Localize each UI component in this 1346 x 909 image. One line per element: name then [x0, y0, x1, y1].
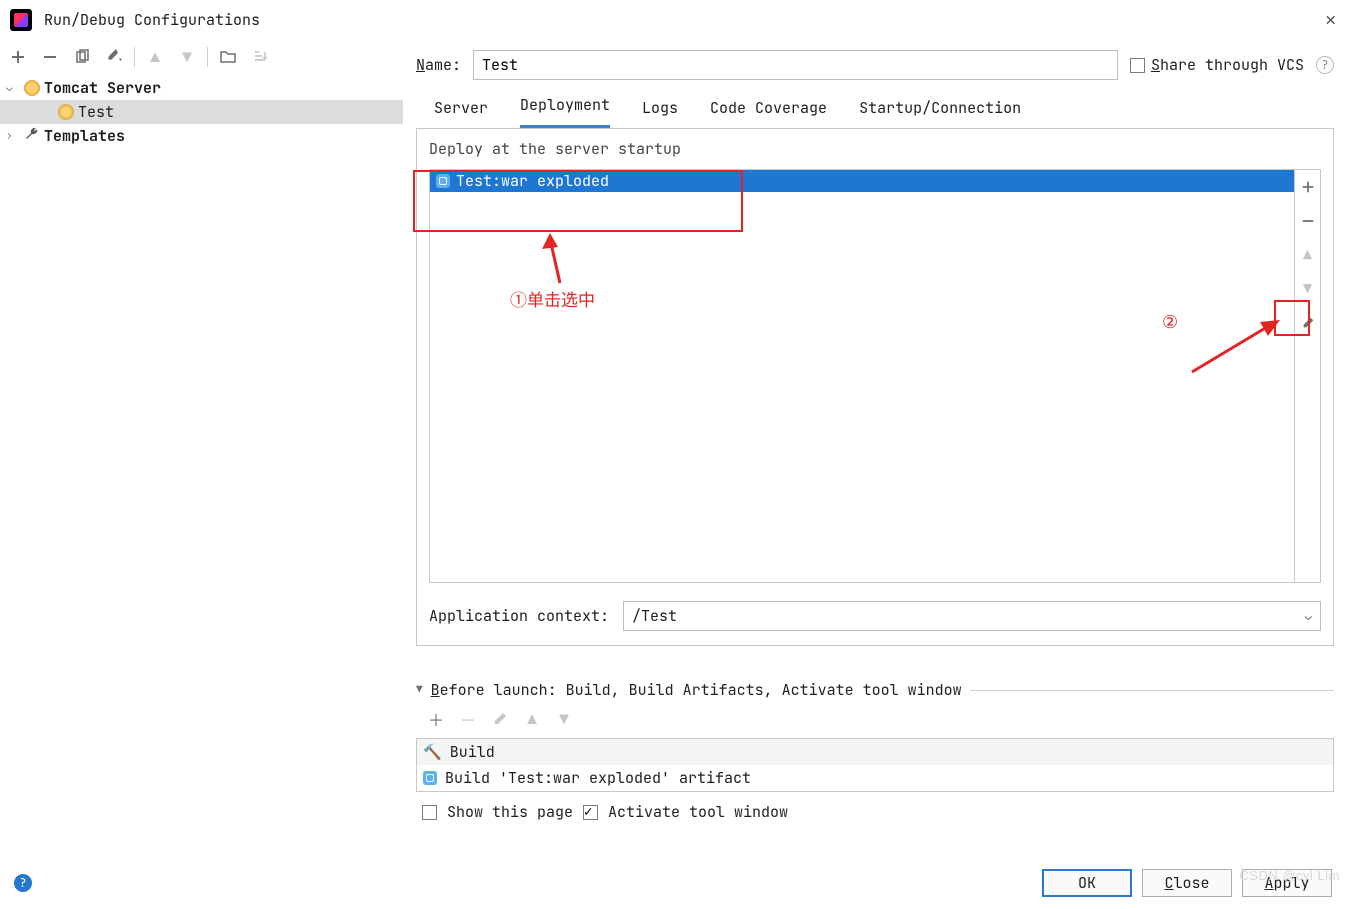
- tab-startup-connection[interactable]: Startup/Connection: [859, 98, 1021, 128]
- move-down-button[interactable]: ▼: [173, 44, 201, 70]
- name-input[interactable]: [473, 50, 1118, 80]
- activate-window-checkbox[interactable]: [583, 805, 598, 820]
- close-icon[interactable]: ✕: [1325, 9, 1336, 32]
- help-button[interactable]: ?: [14, 874, 32, 892]
- tree-label: Test: [78, 102, 114, 122]
- dialog-footer: ? OK Close Apply: [0, 858, 1346, 908]
- before-launch-toolbar: ＋ － ▲ ▼: [416, 700, 1334, 738]
- help-icon[interactable]: ?: [1316, 56, 1334, 74]
- task-label: Build: [450, 742, 495, 762]
- config-toolbar: ▾ ▲ ▼: [0, 40, 403, 74]
- move-up-button[interactable]: ▲: [141, 44, 169, 70]
- sidebar: ▾ ▲ ▼ ⌄ Tomcat Server Test › Templates: [0, 40, 404, 858]
- application-context-row: Application context: /Test ⌄: [429, 601, 1321, 631]
- before-launch-title: Before launch: Build, Build Artifacts, A…: [431, 680, 962, 700]
- deploy-section-title: Deploy at the server startup: [429, 139, 1321, 159]
- edit-task-button[interactable]: [486, 706, 514, 732]
- before-launch-section: ▼ Before launch: Build, Build Artifacts,…: [416, 680, 1334, 822]
- chevron-down-icon: ⌄: [1305, 608, 1312, 624]
- tab-logs[interactable]: Logs: [642, 98, 678, 128]
- divider: [970, 690, 1334, 691]
- share-vcs-checkbox[interactable]: Share through VCS: [1130, 55, 1304, 75]
- watermark: CSDN @cyl Lim: [1239, 868, 1340, 883]
- hammer-icon: 🔨: [423, 742, 442, 762]
- before-launch-list[interactable]: 🔨 Build Build 'Test:war exploded' artifa…: [416, 738, 1334, 792]
- move-up-artifact-button[interactable]: ▲: [1295, 238, 1320, 272]
- tree-node-templates[interactable]: › Templates: [0, 124, 403, 148]
- close-button[interactable]: Close: [1142, 869, 1232, 897]
- share-label: Share through VCS: [1151, 55, 1304, 75]
- dialog-body: ▾ ▲ ▼ ⌄ Tomcat Server Test › Templates: [0, 40, 1346, 858]
- toolbar-separator: [134, 47, 135, 67]
- name-row: Name: Share through VCS ?: [416, 46, 1334, 84]
- copy-config-button[interactable]: [68, 44, 96, 70]
- tomcat-icon: [58, 104, 74, 120]
- checkbox-icon[interactable]: [1130, 58, 1145, 73]
- toolbar-separator: [207, 47, 208, 67]
- collapse-icon[interactable]: ▼: [416, 683, 423, 697]
- settings-config-button[interactable]: ▾: [100, 44, 128, 70]
- task-label: Build 'Test:war exploded' artifact: [445, 768, 751, 788]
- annotation-arrow-2: [1188, 316, 1284, 381]
- move-up-task-button[interactable]: ▲: [518, 706, 546, 732]
- after-launch-options: Show this page Activate tool window: [416, 792, 1334, 822]
- app-logo-icon: [10, 9, 32, 31]
- list-item[interactable]: Build 'Test:war exploded' artifact: [417, 765, 1333, 791]
- add-task-button[interactable]: ＋: [422, 706, 450, 732]
- artifact-icon: [423, 771, 437, 785]
- move-down-task-button[interactable]: ▼: [550, 706, 578, 732]
- remove-artifact-button[interactable]: [1295, 204, 1320, 238]
- tree-label: Tomcat Server: [44, 78, 161, 98]
- deploy-tools: ▲ ▼: [1295, 169, 1321, 583]
- application-context-value: /Test: [632, 606, 677, 626]
- main-panel: Name: Share through VCS ? Server Deploym…: [404, 40, 1346, 858]
- tomcat-icon: [24, 80, 40, 96]
- remove-task-button[interactable]: －: [454, 706, 482, 732]
- list-item[interactable]: 🔨 Build: [417, 739, 1333, 765]
- tree-node-test[interactable]: Test: [0, 100, 403, 124]
- tab-deployment[interactable]: Deployment: [520, 95, 610, 128]
- sort-button[interactable]: [246, 44, 274, 70]
- tabs: Server Deployment Logs Code Coverage Sta…: [416, 84, 1334, 128]
- application-context-combo[interactable]: /Test ⌄: [623, 601, 1321, 631]
- name-label: Name:: [416, 55, 461, 75]
- annotation-arrow-1: [540, 233, 580, 290]
- activate-window-label: Activate tool window: [608, 802, 788, 822]
- expand-icon[interactable]: ⌄: [6, 81, 20, 95]
- annotation-box-1: [413, 170, 743, 232]
- remove-config-button[interactable]: [36, 44, 64, 70]
- add-config-button[interactable]: [4, 44, 32, 70]
- tree-label: Templates: [44, 126, 125, 146]
- expand-icon[interactable]: ›: [6, 129, 20, 143]
- window-title: Run/Debug Configurations: [44, 10, 1325, 30]
- show-page-checkbox[interactable]: [422, 805, 437, 820]
- annotation-text-1: ①单击选中: [510, 286, 595, 311]
- tree-node-tomcat-server[interactable]: ⌄ Tomcat Server: [0, 76, 403, 100]
- folder-button[interactable]: [214, 44, 242, 70]
- before-launch-header[interactable]: ▼ Before launch: Build, Build Artifacts,…: [416, 680, 1334, 700]
- annotation-text-2: ②: [1162, 312, 1178, 333]
- wrench-icon: [24, 126, 40, 147]
- titlebar: Run/Debug Configurations ✕: [0, 0, 1346, 40]
- ok-button[interactable]: OK: [1042, 869, 1132, 897]
- show-page-label: Show this page: [447, 802, 573, 822]
- add-artifact-button[interactable]: [1295, 170, 1320, 204]
- application-context-label: Application context:: [429, 606, 609, 626]
- tab-server[interactable]: Server: [434, 98, 488, 128]
- config-tree[interactable]: ⌄ Tomcat Server Test › Templates: [0, 74, 403, 858]
- tab-code-coverage[interactable]: Code Coverage: [710, 98, 827, 128]
